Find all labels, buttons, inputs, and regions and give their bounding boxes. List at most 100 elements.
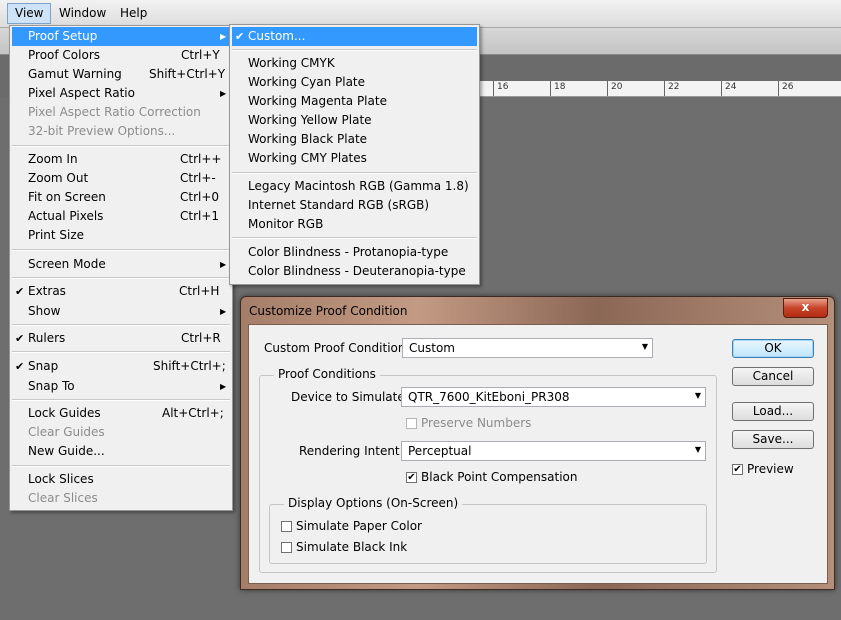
ok-button[interactable]: OK (732, 339, 814, 358)
submenu-item-protanopia[interactable]: Color Blindness - Protanopia-type (232, 243, 477, 262)
submenu-item-deuteranopia[interactable]: Color Blindness - Deuteranopia-type (232, 262, 477, 281)
menu-item-proof-colors[interactable]: Proof Colors Ctrl+Y (12, 46, 230, 65)
save-button[interactable]: Save... (732, 430, 814, 449)
ruler-label: 24 (725, 82, 737, 92)
device-value: QTR_7600_KitEboni_PR308 (408, 390, 570, 404)
custom-proof-select[interactable]: Custom ▼ (402, 338, 653, 358)
menu-item-label: Zoom In (28, 152, 78, 166)
preview-checkbox[interactable]: ✔ (732, 464, 743, 475)
ruler-label: 26 (782, 82, 794, 92)
menu-item-label: Rulers (28, 331, 66, 345)
submenu-item-working-cyan[interactable]: Working Cyan Plate (232, 73, 477, 92)
chevron-down-icon: ▼ (641, 342, 648, 351)
cancel-button[interactable]: Cancel (732, 367, 814, 386)
black-point-checkbox[interactable]: ✔ (406, 472, 417, 483)
menu-item-shortcut: Shift+Ctrl+; (153, 359, 226, 373)
menu-item-lock-guides[interactable]: Lock Guides Alt+Ctrl+; (12, 404, 230, 423)
menu-item-zoom-in[interactable]: Zoom In Ctrl++ (12, 150, 230, 169)
menu-item-rulers[interactable]: ✔ Rulers Ctrl+R (12, 329, 230, 348)
menu-help[interactable]: Help (113, 4, 154, 23)
menu-separator (12, 399, 230, 401)
menu-item-32bit-preview: 32-bit Preview Options... (12, 122, 230, 141)
menu-item-label: Print Size (28, 228, 85, 242)
ruler-tick (664, 81, 665, 96)
menu-item-extras[interactable]: ✔ Extras Ctrl+H (12, 282, 230, 301)
submenu-item-srgb[interactable]: Internet Standard RGB (sRGB) (232, 196, 477, 215)
menu-item-label: Proof Setup (28, 29, 98, 43)
preserve-numbers-label: Preserve Numbers (421, 416, 532, 430)
simulate-paper-checkbox[interactable] (281, 521, 292, 532)
submenu-arrow-icon: ▶ (220, 32, 227, 41)
menu-item-fit-on-screen[interactable]: Fit on Screen Ctrl+0 (12, 188, 230, 207)
submenu-item-custom[interactable]: ✔ Custom... (232, 27, 477, 46)
menu-separator (232, 237, 477, 239)
menu-item-label: Extras (28, 284, 66, 298)
menu-item-label: 32-bit Preview Options... (28, 124, 176, 138)
simulate-paper-label: Simulate Paper Color (296, 519, 422, 533)
menu-item-label: Working Yellow Plate (248, 113, 372, 127)
menu-item-zoom-out[interactable]: Zoom Out Ctrl+- (12, 169, 230, 188)
preview-label: Preview (747, 462, 794, 476)
preserve-numbers-checkbox[interactable] (406, 418, 417, 429)
ruler-tick (778, 81, 779, 96)
menu-item-proof-setup[interactable]: Proof Setup ▶ (12, 27, 230, 46)
load-button[interactable]: Load... (732, 402, 814, 421)
menu-item-snap[interactable]: ✔ Snap Shift+Ctrl+; (12, 357, 230, 376)
dialog-body: Custom Proof Condition: Custom ▼ Proof C… (248, 324, 828, 584)
device-select[interactable]: QTR_7600_KitEboni_PR308 ▼ (401, 387, 706, 407)
menu-item-clear-slices: Clear Slices (12, 489, 230, 508)
chevron-down-icon: ▼ (694, 445, 701, 454)
menu-separator (12, 324, 230, 326)
ruler-label: 18 (554, 82, 566, 92)
menu-item-label: Pixel Aspect Ratio Correction (28, 105, 201, 119)
device-label: Device to Simulate: (291, 390, 409, 404)
menu-item-label: Snap To (28, 379, 75, 393)
rendering-intent-value: Perceptual (408, 444, 472, 458)
menu-item-show[interactable]: Show ▶ (12, 302, 230, 321)
chevron-down-icon: ▼ (694, 391, 701, 400)
menu-window[interactable]: Window (52, 4, 113, 23)
submenu-item-working-cmyk[interactable]: Working CMYK (232, 54, 477, 73)
menu-separator (12, 145, 230, 147)
menu-item-gamut-warning[interactable]: Gamut Warning Shift+Ctrl+Y (12, 65, 230, 84)
submenu-item-working-black[interactable]: Working Black Plate (232, 130, 477, 149)
ruler-tick (607, 81, 608, 96)
view-menu: Proof Setup ▶ Proof Colors Ctrl+Y Gamut … (9, 25, 233, 511)
submenu-item-working-magenta[interactable]: Working Magenta Plate (232, 92, 477, 111)
proof-setup-submenu: ✔ Custom... Working CMYK Working Cyan Pl… (229, 24, 480, 285)
proof-conditions-title: Proof Conditions (274, 367, 380, 381)
menu-item-label: Color Blindness - Protanopia-type (248, 245, 449, 259)
submenu-item-working-yellow[interactable]: Working Yellow Plate (232, 111, 477, 130)
dialog-title: Customize Proof Condition (249, 304, 408, 318)
submenu-item-monitor-rgb[interactable]: Monitor RGB (232, 215, 477, 234)
menu-separator (12, 249, 230, 251)
close-button[interactable]: x (783, 298, 828, 318)
submenu-item-legacy-mac-rgb[interactable]: Legacy Macintosh RGB (Gamma 1.8) (232, 177, 477, 196)
display-options-title: Display Options (On-Screen) (284, 496, 463, 510)
submenu-arrow-icon: ▶ (220, 382, 227, 391)
menu-item-label: Legacy Macintosh RGB (Gamma 1.8) (248, 179, 469, 193)
ruler-tick (721, 81, 722, 96)
simulate-ink-label: Simulate Black Ink (296, 540, 408, 554)
customize-proof-dialog: Customize Proof Condition x Custom Proof… (240, 296, 835, 590)
submenu-item-working-cmy[interactable]: Working CMY Plates (232, 149, 477, 168)
menu-item-label: Pixel Aspect Ratio (28, 86, 135, 100)
menu-item-new-guide[interactable]: New Guide... (12, 442, 230, 461)
menu-item-lock-slices[interactable]: Lock Slices (12, 470, 230, 489)
menu-item-label: Working CMY Plates (248, 151, 367, 165)
menu-separator (12, 277, 230, 279)
menu-item-pixel-aspect-correction: Pixel Aspect Ratio Correction (12, 103, 230, 122)
simulate-ink-checkbox[interactable] (281, 542, 292, 553)
menu-item-actual-pixels[interactable]: Actual Pixels Ctrl+1 (12, 207, 230, 226)
submenu-arrow-icon: ▶ (220, 307, 227, 316)
menu-item-label: Monitor RGB (248, 217, 324, 231)
menu-item-snap-to[interactable]: Snap To ▶ (12, 377, 230, 396)
menu-item-print-size[interactable]: Print Size (12, 226, 230, 245)
menu-item-screen-mode[interactable]: Screen Mode ▶ (12, 255, 230, 274)
menu-item-label: Snap (28, 359, 59, 373)
menu-view[interactable]: View (7, 3, 52, 24)
menu-item-pixel-aspect-ratio[interactable]: Pixel Aspect Ratio ▶ (12, 84, 230, 103)
rendering-intent-select[interactable]: Perceptual ▼ (401, 441, 706, 461)
menu-item-label: Show (28, 304, 61, 318)
custom-proof-value: Custom (409, 341, 455, 355)
